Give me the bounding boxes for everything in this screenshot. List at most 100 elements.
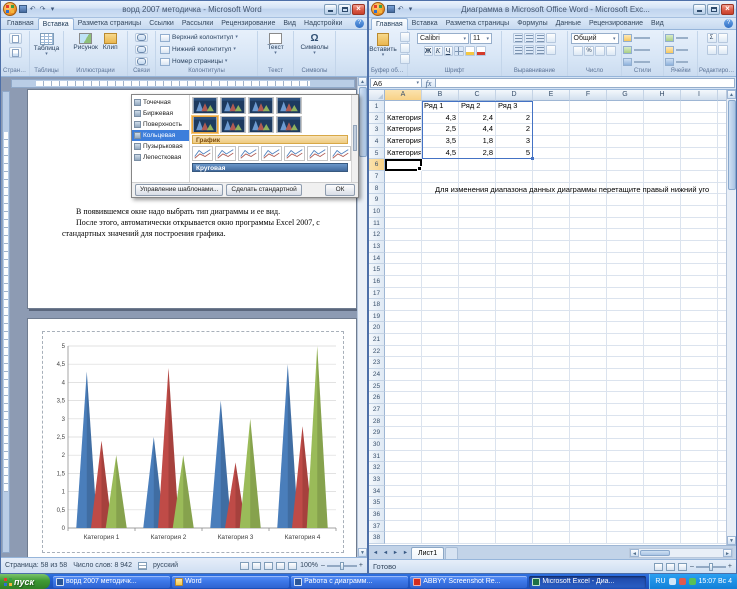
comma-style-icon[interactable] bbox=[595, 46, 605, 56]
cell-D5[interactable]: 5 bbox=[496, 147, 533, 160]
cover-page-button[interactable] bbox=[9, 33, 22, 44]
cell-E36[interactable] bbox=[533, 508, 570, 521]
cell-C17[interactable] bbox=[459, 287, 496, 300]
word-tab-3[interactable]: Ссылки bbox=[145, 18, 178, 29]
cell-C35[interactable] bbox=[459, 497, 496, 509]
table-button[interactable]: Таблица ▾ bbox=[32, 32, 62, 58]
cell-G14[interactable] bbox=[607, 252, 644, 265]
cell-H15[interactable] bbox=[644, 264, 681, 276]
cell-H28[interactable] bbox=[644, 415, 681, 428]
cell-H27[interactable] bbox=[644, 404, 681, 416]
cell-A25[interactable] bbox=[385, 380, 422, 393]
cell-B30[interactable] bbox=[422, 439, 459, 451]
cell-E27[interactable] bbox=[533, 404, 570, 416]
cell-F5[interactable] bbox=[570, 147, 607, 160]
scroll-up-icon[interactable]: ▲ bbox=[727, 90, 736, 99]
cell-G37[interactable] bbox=[607, 520, 644, 533]
orientation-icon[interactable] bbox=[546, 33, 556, 43]
column-header-E[interactable]: E bbox=[533, 90, 570, 101]
cell-G34[interactable] bbox=[607, 485, 644, 498]
cell-H26[interactable] bbox=[644, 392, 681, 405]
cell-E37[interactable] bbox=[533, 520, 570, 533]
last-sheet-icon[interactable]: ► bbox=[401, 547, 410, 559]
word-count[interactable]: Число слов: 8 942 bbox=[73, 562, 132, 569]
cell-I18[interactable] bbox=[681, 299, 718, 311]
cell-C1[interactable]: Ряд 2 bbox=[459, 101, 496, 113]
cell-C32[interactable] bbox=[459, 462, 496, 474]
cell-B5[interactable]: 4,5 bbox=[422, 147, 459, 160]
horizontal-scrollbar[interactable]: ◄ ► bbox=[629, 548, 733, 558]
cell-I14[interactable] bbox=[681, 252, 718, 265]
cell-G19[interactable] bbox=[607, 310, 644, 323]
cell-D33[interactable] bbox=[496, 474, 533, 486]
cell-D7[interactable] bbox=[496, 170, 533, 183]
word-tab-0[interactable]: Главная bbox=[3, 18, 38, 29]
cell-C23[interactable] bbox=[459, 357, 496, 370]
scrollbar-thumb[interactable] bbox=[640, 550, 670, 556]
cell-G17[interactable] bbox=[607, 287, 644, 300]
excel-tab-6[interactable]: Вид bbox=[647, 18, 668, 29]
cell-H7[interactable] bbox=[644, 170, 681, 183]
cell-A26[interactable] bbox=[385, 392, 422, 405]
cell-A12[interactable] bbox=[385, 229, 422, 241]
chart-type-item-5[interactable]: Лепестковая bbox=[132, 152, 189, 163]
minimize-button[interactable] bbox=[324, 3, 337, 15]
cell-H31[interactable] bbox=[644, 450, 681, 463]
cell-C19[interactable] bbox=[459, 310, 496, 323]
cell-B38[interactable] bbox=[422, 532, 459, 544]
taskbar-button-2[interactable]: Работа с диаграмм... bbox=[291, 575, 409, 588]
excel-vertical-scrollbar[interactable]: ▲ ▼ bbox=[726, 90, 736, 545]
cell-B36[interactable] bbox=[422, 508, 459, 521]
zoom-level[interactable]: 100% bbox=[300, 562, 318, 569]
excel-tab-1[interactable]: Вставка bbox=[408, 18, 442, 29]
row-header-7[interactable]: 7 bbox=[369, 170, 385, 183]
cell-H19[interactable] bbox=[644, 310, 681, 323]
merge-center-icon[interactable] bbox=[546, 45, 556, 55]
full-screen-view-icon[interactable] bbox=[252, 561, 262, 570]
row-header-31[interactable]: 31 bbox=[369, 450, 385, 463]
cell-F8[interactable] bbox=[570, 182, 607, 195]
align-center-icon[interactable] bbox=[524, 45, 534, 55]
cell-A11[interactable] bbox=[385, 217, 422, 230]
line-chart-thumbnail-4[interactable] bbox=[284, 146, 305, 161]
cell-E4[interactable] bbox=[533, 135, 570, 148]
cell-H13[interactable] bbox=[644, 240, 681, 253]
cell-A5[interactable]: Категория 4 bbox=[385, 147, 422, 160]
cell-F32[interactable] bbox=[570, 462, 607, 474]
horizontal-ruler[interactable] bbox=[11, 79, 355, 88]
sheet-tab-list1[interactable]: Лист1 bbox=[411, 547, 445, 559]
cell-C10[interactable] bbox=[459, 205, 496, 218]
cell-B23[interactable] bbox=[422, 357, 459, 370]
cell-F28[interactable] bbox=[570, 415, 607, 428]
cell-E16[interactable] bbox=[533, 275, 570, 288]
cell-F6[interactable] bbox=[570, 159, 607, 171]
cell-B32[interactable] bbox=[422, 462, 459, 474]
cell-F20[interactable] bbox=[570, 322, 607, 335]
cell-A35[interactable] bbox=[385, 497, 422, 509]
cell-F3[interactable] bbox=[570, 124, 607, 136]
cell-B34[interactable] bbox=[422, 485, 459, 498]
cell-G11[interactable] bbox=[607, 217, 644, 230]
cell-E33[interactable] bbox=[533, 474, 570, 486]
cell-G9[interactable] bbox=[607, 194, 644, 206]
cell-D14[interactable] bbox=[496, 252, 533, 265]
zoom-track[interactable] bbox=[326, 561, 357, 570]
prev-sheet-icon[interactable]: ◄ bbox=[381, 547, 390, 559]
cell-C2[interactable]: 2,4 bbox=[459, 112, 496, 125]
cell-A6[interactable] bbox=[385, 159, 422, 171]
cell-I16[interactable] bbox=[681, 275, 718, 288]
row-header-35[interactable]: 35 bbox=[369, 497, 385, 509]
cell-A20[interactable] bbox=[385, 322, 422, 335]
cell-C36[interactable] bbox=[459, 508, 496, 521]
cell-B26[interactable] bbox=[422, 392, 459, 405]
cone-chart-thumbnail-1[interactable] bbox=[220, 97, 246, 114]
cell-B17[interactable] bbox=[422, 287, 459, 300]
decimal-icon[interactable] bbox=[606, 46, 616, 56]
cell-F4[interactable] bbox=[570, 135, 607, 148]
scrollbar-thumb[interactable] bbox=[358, 87, 367, 157]
cell-B24[interactable] bbox=[422, 369, 459, 381]
cell-C28[interactable] bbox=[459, 415, 496, 428]
cross-reference-button[interactable] bbox=[135, 57, 148, 66]
font-color-icon[interactable] bbox=[475, 46, 486, 56]
cell-I22[interactable] bbox=[681, 345, 718, 358]
